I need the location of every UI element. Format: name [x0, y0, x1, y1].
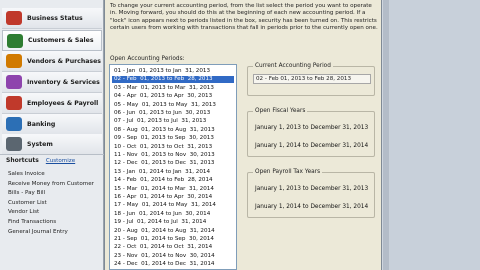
shortcuts-title: Shortcuts [6, 157, 39, 164]
accounting-period-item[interactable]: 04 - Apr 01, 2013 to Apr 30, 2013 [112, 93, 234, 100]
nav-center-label: Customers & Sales [28, 37, 94, 44]
nav-center-label: System [27, 140, 53, 148]
nav-center-label: Inventory & Services [27, 78, 100, 86]
accounting-period-item[interactable]: 09 - Sep 01, 2013 to Sep 30, 2013 [112, 135, 234, 142]
accounting-period-item[interactable]: 06 - Jun 01, 2013 to Jun 30, 2013 [112, 110, 234, 117]
nav-center-label: Banking [27, 120, 56, 128]
nav-center-icon [6, 96, 22, 110]
nav-center-icon [6, 117, 22, 131]
nav-center-label: Vendors & Purchases [27, 57, 101, 65]
accounting-period-item[interactable]: 10 - Oct 01, 2013 to Oct 31, 2013 [112, 144, 234, 151]
payroll-year-1: January 1, 2013 to December 31, 2013 [255, 186, 369, 192]
nav-center-icon [6, 11, 22, 25]
fiscal-year-1: January 1, 2013 to December 31, 2013 [255, 125, 369, 131]
fiscal-year-2: January 1, 2014 to December 31, 2014 [255, 143, 369, 149]
accounting-period-item[interactable]: 15 - Mar 01, 2014 to Mar 31, 2014 [112, 186, 234, 193]
current-period-field: 02 - Feb 01, 2013 to Feb 28, 2013 [253, 74, 371, 84]
shortcut-link[interactable]: Find Transactions [8, 219, 56, 225]
current-period-title: Current Accounting Period [253, 63, 333, 69]
accounting-period-item[interactable]: 21 - Sep 01, 2014 to Sep 30, 2014 [112, 236, 234, 243]
accounting-period-item[interactable]: 24 - Dec 01, 2014 to Dec 31, 2014 [112, 261, 234, 268]
accounting-period-item[interactable]: 03 - Mar 01, 2013 to Mar 31, 2013 [112, 85, 234, 92]
accounting-period-item[interactable]: 07 - Jul 01, 2013 to Jul 31, 2013 [112, 118, 234, 125]
nav-center-icon [6, 75, 22, 89]
accounting-period-item[interactable]: 13 - Jan 01, 2014 to Jan 31, 2014 [112, 169, 234, 176]
accounting-period-item[interactable]: 22 - Oct 01, 2014 to Oct 31, 2014 [112, 244, 234, 251]
shortcut-link[interactable]: Bills - Pay Bill [8, 190, 45, 196]
accounting-period-item[interactable]: 16 - Apr 01, 2014 to Apr 30, 2014 [112, 194, 234, 201]
accounting-periods-list[interactable]: 01 - Jan 01, 2013 to Jan 31, 2013 02 - Fe… [109, 64, 237, 270]
accounting-period-item[interactable]: 02 - Feb 01, 2013 to Feb 28, 2013 [112, 76, 234, 84]
background-panel [383, 0, 480, 270]
current-period-group: Current Accounting Period 02 - Feb 01, 2… [247, 63, 375, 96]
nav-center-item[interactable]: Inventory & Services [2, 72, 102, 93]
nav-center-item[interactable]: Business Status [2, 8, 102, 29]
nav-center-item[interactable]: Banking [2, 114, 102, 135]
shortcuts-header: Shortcuts Customize [0, 154, 104, 166]
instructions-text: To change your current accounting period… [110, 3, 378, 32]
payroll-tax-years-title: Open Payroll Tax Years [253, 169, 323, 175]
payroll-tax-years-group: Open Payroll Tax Years January 1, 2013 t… [247, 169, 375, 218]
nav-center-item[interactable]: Vendors & Purchases [2, 51, 102, 72]
nav-center-label: Employees & Payroll [27, 99, 99, 107]
open-periods-label: Open Accounting Periods: [110, 56, 185, 62]
accounting-period-item[interactable]: 20 - Aug 01, 2014 to Aug 31, 2014 [112, 228, 234, 235]
navigation-pane: Business Status Customers & Sales Vendors … [0, 0, 104, 270]
fiscal-years-group: Open Fiscal Years January 1, 2013 to Dec… [247, 108, 375, 157]
accounting-period-item[interactable]: 14 - Feb 01, 2014 to Feb 28, 2014 [112, 177, 234, 184]
accounting-period-item[interactable]: 19 - Jul 01, 2014 to Jul 31, 2014 [112, 219, 234, 226]
accounting-period-item[interactable]: 23 - Nov 01, 2014 to Nov 30, 2014 [112, 253, 234, 260]
nav-center-item[interactable]: System [2, 134, 102, 155]
accounting-period-item[interactable]: 12 - Dec 01, 2013 to Dec 31, 2013 [112, 160, 234, 167]
nav-center-icon [7, 33, 23, 48]
customize-shortcuts-link[interactable]: Customize [46, 158, 75, 164]
shortcut-link[interactable]: Sales Invoice [8, 171, 45, 177]
accounting-period-item[interactable]: 11 - Nov 01, 2013 to Nov 30, 2013 [112, 152, 234, 159]
shortcut-link[interactable]: Vendor List [8, 209, 39, 215]
fiscal-years-title: Open Fiscal Years [253, 108, 308, 114]
shortcut-link[interactable]: Customer List [8, 200, 47, 206]
accounting-period-item[interactable]: 17 - May 01, 2014 to May 31, 2014 [112, 202, 234, 209]
nav-center-icon [6, 54, 22, 68]
shortcut-link[interactable]: General Journal Entry [8, 229, 68, 235]
nav-center-item[interactable]: Employees & Payroll [2, 93, 102, 114]
payroll-year-2: January 1, 2014 to December 31, 2014 [255, 204, 369, 210]
accounting-period-item[interactable]: 01 - Jan 01, 2013 to Jan 31, 2013 [112, 68, 234, 75]
window-shadow [383, 0, 389, 270]
nav-center-item[interactable]: Customers & Sales [2, 30, 102, 51]
nav-center-icon [6, 137, 22, 151]
nav-center-label: Business Status [27, 14, 83, 22]
shortcut-link[interactable]: Receive Money from Customer [8, 181, 94, 187]
change-accounting-period-dialog: To change your current accounting period… [104, 0, 382, 270]
accounting-period-item[interactable]: 05 - May 01, 2013 to May 31, 2013 [112, 102, 234, 109]
accounting-period-item[interactable]: 08 - Aug 01, 2013 to Aug 31, 2013 [112, 127, 234, 134]
accounting-period-item[interactable]: 18 - Jun 01, 2014 to Jun 30, 2014 [112, 211, 234, 218]
